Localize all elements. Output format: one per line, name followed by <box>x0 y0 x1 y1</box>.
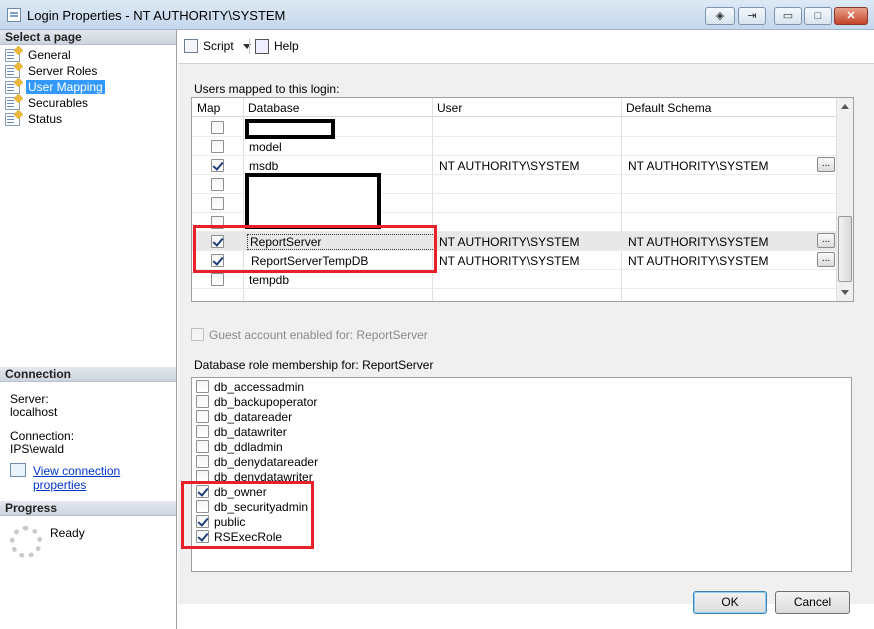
help-label: Help <box>274 39 299 53</box>
role-checkbox[interactable] <box>196 410 209 423</box>
role-label: db_datawriter <box>214 424 287 439</box>
default-schema-cell: NT AUTHORITY\SYSTEM <box>628 159 769 173</box>
header-default-schema[interactable]: Default Schema <box>626 101 711 115</box>
role-item[interactable]: db_backupoperator <box>196 394 317 409</box>
select-page-header: Select a page <box>0 30 176 45</box>
help-button[interactable]: Help <box>255 37 299 55</box>
minimize-button[interactable]: ▭ <box>774 7 802 25</box>
scroll-up-icon[interactable] <box>841 104 849 109</box>
role-label: db_datareader <box>214 409 293 424</box>
page-item-label: User Mapping <box>26 80 105 94</box>
map-checkbox[interactable] <box>211 159 224 172</box>
connection-value: IPS\ewald <box>10 442 65 456</box>
role-checkbox[interactable] <box>196 440 209 453</box>
page-icon <box>5 96 20 110</box>
page-item-user-mapping[interactable]: User Mapping <box>5 79 105 95</box>
page-item-general[interactable]: General <box>5 47 73 63</box>
page-icon <box>5 64 20 78</box>
left-pane: Select a page General Server Roles User Ma… <box>0 30 177 629</box>
script-label: Script <box>203 39 234 53</box>
role-checkbox[interactable] <box>196 395 209 408</box>
role-item[interactable]: db_denydatareader <box>196 454 318 469</box>
ok-button[interactable]: OK <box>693 591 767 614</box>
map-checkbox[interactable] <box>211 121 224 134</box>
role-checkbox[interactable] <box>196 455 209 468</box>
map-checkbox[interactable] <box>211 197 224 210</box>
script-button[interactable]: Script <box>184 37 251 55</box>
header-map[interactable]: Map <box>197 101 220 115</box>
role-item[interactable]: db_datawriter <box>196 424 287 439</box>
title-bar: Login Properties - NT AUTHORITY\SYSTEM ◈… <box>0 0 874 30</box>
help-book-icon <box>255 38 269 54</box>
map-checkbox[interactable] <box>211 140 224 153</box>
user-cell: NT AUTHORITY\SYSTEM <box>439 254 580 268</box>
default-schema-cell: NT AUTHORITY\SYSTEM <box>628 254 769 268</box>
scroll-down-icon[interactable] <box>841 290 849 295</box>
page-icon <box>5 80 20 94</box>
restore-window-button[interactable]: ⇥ <box>738 7 766 25</box>
highlight-box-databases <box>193 225 437 273</box>
progress-spinner-icon <box>10 526 42 558</box>
connection-header: Connection <box>0 367 176 382</box>
guest-account-label: Guest account enabled for: ReportServer <box>209 328 428 342</box>
guest-account-checkbox[interactable] <box>191 328 204 341</box>
role-checkbox[interactable] <box>196 380 209 393</box>
role-label: db_denydatareader <box>214 454 319 469</box>
role-item[interactable]: db_datareader <box>196 409 292 424</box>
app-icon <box>7 8 21 22</box>
highlight-box-roles <box>181 481 314 549</box>
cancel-button[interactable]: Cancel <box>775 591 850 614</box>
progress-header: Progress <box>0 501 176 516</box>
role-item[interactable]: db_accessadmin <box>196 379 304 394</box>
header-user[interactable]: User <box>437 101 462 115</box>
role-label: db_backupoperator <box>214 394 318 409</box>
default-schema-cell: NT AUTHORITY\SYSTEM <box>628 235 769 249</box>
page-icon <box>5 112 20 126</box>
redacted-block <box>245 119 335 139</box>
map-checkbox[interactable] <box>211 178 224 191</box>
schema-browse-button[interactable]: ... <box>817 157 835 172</box>
maximize-button[interactable]: □ <box>804 7 832 25</box>
user-cell: NT AUTHORITY\SYSTEM <box>439 159 580 173</box>
role-checkbox[interactable] <box>196 425 209 438</box>
connection-properties-icon <box>10 463 26 477</box>
schema-browse-button[interactable]: ... <box>817 252 835 267</box>
close-button[interactable]: ✕ <box>834 7 868 25</box>
toolbar-separator <box>249 38 250 54</box>
scroll-thumb[interactable] <box>838 216 852 282</box>
role-membership-label: Database role membership for: ReportServ… <box>194 358 434 372</box>
connection-label: Connection: <box>10 429 75 443</box>
server-value: localhost <box>10 405 58 419</box>
page-item-label: Status <box>28 112 63 126</box>
mapping-row[interactable]: model <box>192 137 838 156</box>
window-title: Login Properties - NT AUTHORITY\SYSTEM <box>27 8 286 23</box>
grid-vertical-scrollbar[interactable] <box>836 98 853 301</box>
toolbar: Script Help <box>178 30 874 63</box>
page-icon <box>5 48 20 62</box>
page-item-label: Securables <box>28 96 89 110</box>
redacted-block <box>245 173 381 229</box>
server-label: Server: <box>10 392 49 406</box>
progress-status: Ready <box>50 526 85 540</box>
user-cell: NT AUTHORITY\SYSTEM <box>439 235 580 249</box>
help-window-button[interactable]: ◈ <box>705 7 735 25</box>
users-mapped-label: Users mapped to this login: <box>194 82 340 96</box>
page-item-status[interactable]: Status <box>5 111 64 127</box>
map-checkbox[interactable] <box>211 273 224 286</box>
database-cell: model <box>249 140 282 154</box>
database-cell: msdb <box>249 159 279 173</box>
role-label: db_ddladmin <box>214 439 283 454</box>
page-item-label: Server Roles <box>28 64 98 78</box>
role-item[interactable]: db_ddladmin <box>196 439 283 454</box>
page-item-label: General <box>28 48 71 62</box>
script-icon <box>184 39 198 53</box>
role-label: db_accessadmin <box>214 379 305 394</box>
grid-header: Map Database User Default Schema <box>192 98 838 117</box>
view-connection-properties-link[interactable]: View connection properties <box>33 464 176 492</box>
page-item-server-roles[interactable]: Server Roles <box>5 63 99 79</box>
schema-browse-button[interactable]: ... <box>817 233 835 248</box>
database-cell: tempdb <box>249 273 290 287</box>
header-database[interactable]: Database <box>248 101 299 115</box>
